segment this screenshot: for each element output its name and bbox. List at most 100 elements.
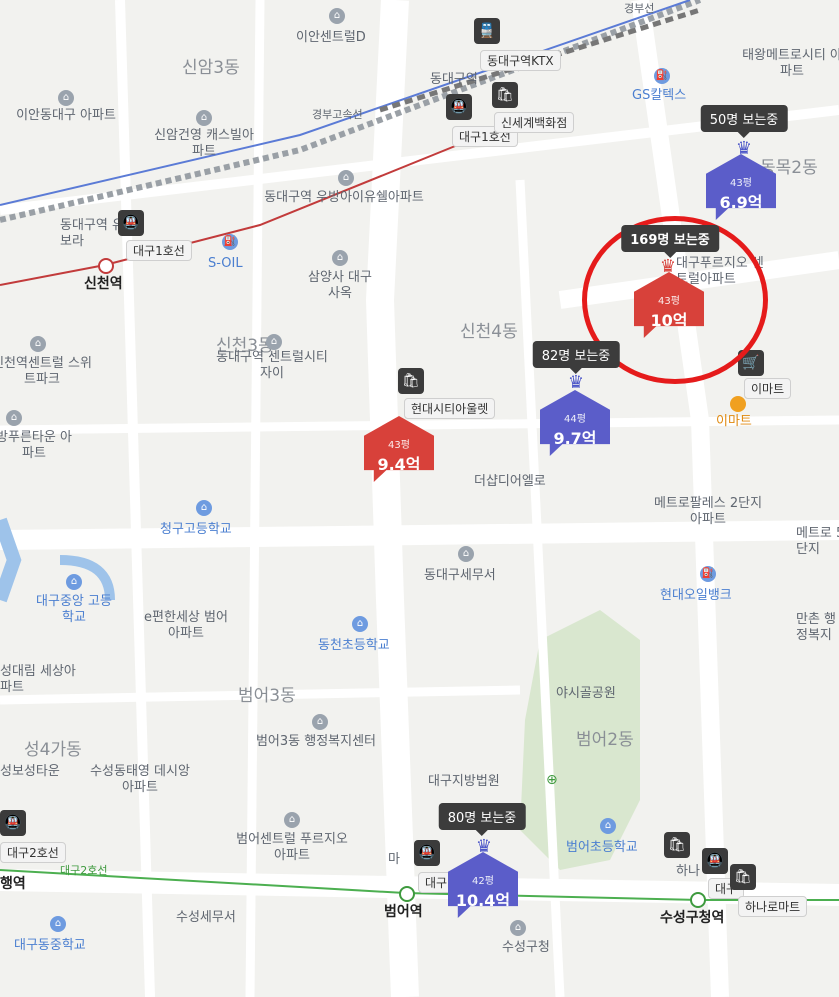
- shopping-bag-icon[interactable]: 🛍: [730, 864, 756, 890]
- poi-suseong-tax[interactable]: 수성세무서: [176, 910, 236, 926]
- apartment-icon: ⌂: [6, 410, 22, 426]
- emart-icon: [730, 396, 746, 412]
- rail-label-gyeongbu: 경부선: [624, 2, 655, 15]
- station-suseonggu[interactable]: 수성구청역: [660, 910, 724, 927]
- poi-yasigol-park[interactable]: 야시골공원: [556, 686, 616, 702]
- shopping-bag-icon[interactable]: 🛍: [492, 82, 518, 108]
- school-icon: ⌂: [352, 616, 368, 632]
- poi-bangchon[interactable]: 방푸른타운 아파트: [0, 430, 74, 461]
- suseonggu-station-marker[interactable]: [690, 892, 706, 908]
- crown-icon: ♛: [567, 372, 585, 393]
- school-icon: ⌂: [600, 818, 616, 834]
- listing-dongmok-pyeong: 43평: [730, 178, 752, 189]
- poi-ian-dongdaegu[interactable]: 이안동대구 아파트: [16, 108, 116, 124]
- beomeo-station-marker[interactable]: [399, 886, 415, 902]
- poi-dongdaegu-central[interactable]: 동대구역 센트럴시티자이: [212, 350, 332, 381]
- subway-icon[interactable]: 🚇: [446, 94, 472, 120]
- gas-station-icon: ⛽: [700, 566, 716, 582]
- sincheon-station-marker[interactable]: [98, 258, 114, 274]
- chip-hanaro[interactable]: 하나로마트: [738, 896, 808, 917]
- poi-manchon[interactable]: 만촌 행정복지: [796, 612, 839, 643]
- shopping-bag-icon[interactable]: 🛍: [664, 832, 690, 858]
- chip-daegu1-left[interactable]: 대구1호선: [126, 240, 192, 261]
- poi-cheonggu-school[interactable]: 청구고등학교: [160, 522, 232, 538]
- station-haeng[interactable]: 행역: [0, 876, 26, 893]
- listing-dongmok-viewers[interactable]: 50명 보는중: [700, 105, 788, 138]
- listing-thesharp-viewers[interactable]: 82명 보는중: [532, 341, 620, 374]
- area-label-beomeo3dong: 범어3동: [238, 686, 296, 706]
- listing-purgio-viewers[interactable]: 169명 보는중: [621, 225, 719, 258]
- school-icon: ⌂: [66, 574, 82, 590]
- building-icon: ⌂: [329, 8, 345, 24]
- office-icon: ⌂: [312, 714, 328, 730]
- poi-dongdaegu-station-top[interactable]: 동대구역: [430, 72, 478, 88]
- poi-beomeo-central[interactable]: 범어센트럴 푸르지오아파트: [232, 832, 352, 863]
- train-icon[interactable]: 🚆: [474, 18, 500, 44]
- poi-thesharp[interactable]: 더샵디어엘로: [474, 474, 546, 490]
- poi-seongbo[interactable]: 성보성타운: [0, 764, 60, 780]
- poi-ian-center[interactable]: 이안센트럴D: [296, 30, 366, 46]
- apartment-icon: ⌂: [196, 110, 212, 126]
- area-label-seong4gadong: 성4가동: [24, 740, 82, 760]
- rail-label-gyeongbu-hs: 경부고속선: [312, 108, 363, 121]
- listing-beomeo-viewers[interactable]: 80명 보는중: [438, 803, 526, 836]
- chip-emart[interactable]: 이마트: [744, 378, 792, 399]
- poi-sincheon-central[interactable]: 신천역센트럴 스위트파크: [0, 356, 92, 387]
- subway-icon[interactable]: 🚇: [118, 210, 144, 236]
- poi-emart[interactable]: 이마트: [716, 414, 752, 430]
- station-beomeo[interactable]: 범어역: [384, 904, 423, 921]
- listing-beomeo-pyeong: 42평: [472, 876, 494, 887]
- subway-icon[interactable]: 🚇: [414, 840, 440, 866]
- office-icon: ⌂: [458, 546, 474, 562]
- poi-metro-palace2[interactable]: 메트로팔레스 2단지아파트: [653, 496, 763, 527]
- poi-dongdaegu-ubang[interactable]: 동대구역 우방아이유쉘아파트: [264, 190, 424, 206]
- chip-hyundai-outlet[interactable]: 현대시티아울렛: [404, 398, 496, 419]
- gas-station-icon: ⛽: [222, 234, 238, 250]
- poi-dongdaegu-tax[interactable]: 동대구세무서: [424, 568, 496, 584]
- poi-suseong-taeyoung[interactable]: 수성동태영 데시앙아파트: [85, 764, 195, 795]
- school-icon: ⌂: [196, 500, 212, 516]
- area-label-sinam3dong: 신암3동: [182, 58, 240, 78]
- poi-sinam-geonyoung[interactable]: 신암건영 캐스빌아파트: [149, 128, 259, 159]
- office-icon: ⌂: [332, 250, 348, 266]
- subway-icon[interactable]: 🚇: [0, 810, 26, 836]
- apartment-icon: ⌂: [266, 334, 282, 350]
- apartment-icon: ⌂: [338, 170, 354, 186]
- poi-daegu-jungang-school[interactable]: 대구중앙 고등학교: [34, 594, 114, 625]
- shopping-bag-icon[interactable]: 🛍: [398, 368, 424, 394]
- chip-daegu2-left[interactable]: 대구2호선: [0, 842, 66, 863]
- poi-samyangsa[interactable]: 삼양사 대구사옥: [305, 270, 375, 301]
- subway-icon[interactable]: 🚇: [702, 848, 728, 874]
- poi-soil[interactable]: S-OIL: [208, 256, 243, 272]
- listing-thesharp-pyeong: 44평: [564, 414, 586, 425]
- poi-daegu-dongjung[interactable]: 대구동중학교: [14, 938, 86, 954]
- apartment-icon: ⌂: [284, 812, 300, 828]
- apartment-icon: ⌂: [58, 90, 74, 106]
- poi-gs-caltex[interactable]: GS칼텍스: [632, 88, 686, 104]
- poi-epyeonhan[interactable]: e편한세상 범어아파트: [141, 610, 231, 641]
- school-icon: ⌂: [50, 916, 66, 932]
- line2-label: 대구2호선: [60, 864, 108, 877]
- park-trail-icon: ⊕: [546, 772, 558, 788]
- gas-station-icon: ⛽: [654, 68, 670, 84]
- poi-beomeo3dong-office[interactable]: 범어3동 행정복지센터: [251, 734, 381, 750]
- chip-sinsegae[interactable]: 신세계백화점: [494, 112, 575, 133]
- chip-dongdaegu-ktx[interactable]: 동대구역KTX: [480, 50, 561, 71]
- poi-beomeo-top: 마: [388, 852, 400, 867]
- poi-beomeo-school[interactable]: 범어초등학교: [566, 840, 638, 856]
- poi-seongdaerim[interactable]: 성대림 세상아파트: [0, 664, 80, 695]
- poi-taewang-metro[interactable]: 태왕메트로시티 아파트: [742, 48, 839, 79]
- listing-outlet-pyeong: 43평: [388, 440, 410, 451]
- poi-hyundai-oil-bank[interactable]: 현대오일뱅크: [660, 588, 732, 604]
- station-sincheon[interactable]: 신천역: [84, 276, 123, 293]
- map-canvas[interactable]: 신암3동 신천4동 신천3동 범어3동 범어2동 성4가동 동목2동 ⌂ 이안센…: [0, 0, 839, 997]
- apartment-icon: ⌂: [30, 336, 46, 352]
- poi-dongcheon-school[interactable]: 동천초등학교: [318, 638, 390, 654]
- poi-daegu-court[interactable]: 대구지방법원: [428, 774, 500, 790]
- listing-purgio-pyeong: 43평: [658, 296, 680, 307]
- area-label-sincheon4dong: 신천4동: [460, 322, 518, 342]
- area-label-beomeo2dong: 범어2동: [576, 730, 634, 750]
- poi-suseong-office[interactable]: 수성구청: [502, 940, 550, 956]
- poi-metro-palace5[interactable]: 메트로 5단지: [796, 526, 839, 557]
- poi-hana-top: 하나: [676, 864, 700, 879]
